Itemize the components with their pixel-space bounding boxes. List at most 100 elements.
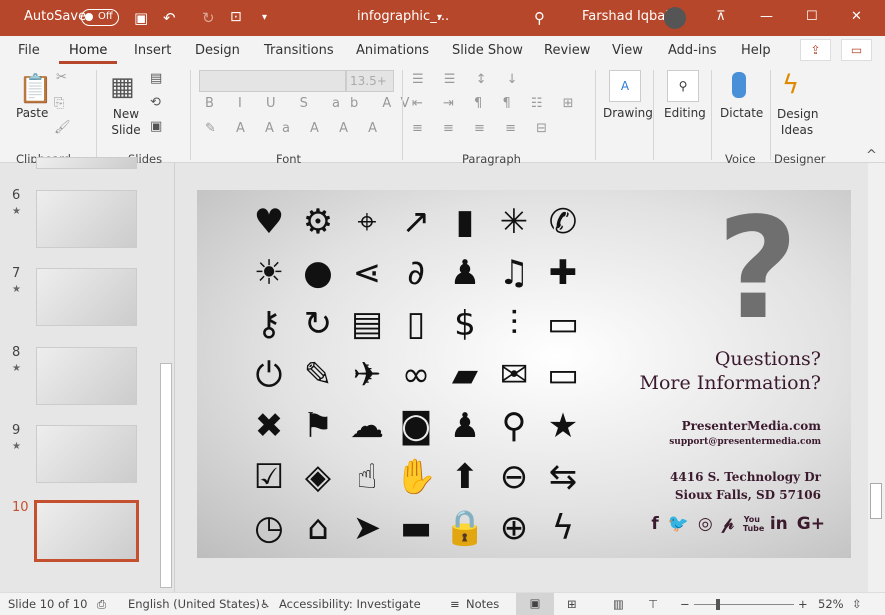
slide-thumbnail-5[interactable]	[36, 157, 137, 169]
avatar[interactable]	[664, 7, 686, 29]
scrollbar-thumb[interactable]	[870, 483, 882, 519]
minimize-icon[interactable]: —	[760, 9, 773, 24]
cut-icon[interactable]: ✂	[56, 70, 67, 85]
animation-star-icon: ★	[12, 363, 21, 374]
align-buttons[interactable]: ≡ ≡ ≡ ≡ ⊟	[412, 121, 555, 136]
reset-icon[interactable]: ⟲	[150, 95, 161, 110]
comments-button[interactable]: ▭	[841, 39, 872, 61]
redo-icon[interactable]: ↻	[202, 9, 215, 27]
close-icon[interactable]: ✕	[851, 9, 862, 24]
tab-help[interactable]: Help	[741, 43, 771, 58]
animation-star-icon: ★	[12, 206, 21, 217]
spellcheck-icon[interactable]: ⎙	[97, 597, 106, 612]
google-plus-icon[interactable]: G+	[797, 514, 825, 534]
zoom-out-button[interactable]: −	[680, 597, 690, 611]
tab-review[interactable]: Review	[544, 43, 590, 58]
power-icon: ⏻	[255, 355, 283, 395]
zoom-slider-thumb[interactable]	[716, 599, 720, 610]
format-painter-icon[interactable]: 🖌	[54, 120, 71, 135]
address-line-1: 4416 S. Technology Dr	[670, 470, 821, 484]
arrow-up-icon: ⬆	[450, 457, 480, 497]
facebook-icon[interactable]: f	[651, 514, 658, 534]
collapse-ribbon-icon[interactable]: ^	[866, 148, 877, 163]
twitter-icon[interactable]: 🐦	[668, 514, 689, 534]
youtube-icon[interactable]: You Tube	[743, 515, 764, 533]
slide-thumbnail-10[interactable]	[34, 500, 139, 562]
chevron-down-icon[interactable]: ▾	[437, 12, 442, 23]
layers-icon: ◈	[304, 457, 332, 497]
font-format-buttons[interactable]: B I U S ab AV	[205, 96, 419, 111]
zoom-in-button[interactable]: +	[798, 597, 808, 611]
fit-slide-icon[interactable]: ⇳	[852, 597, 862, 611]
tab-slide-show[interactable]: Slide Show	[452, 43, 523, 58]
tab-insert[interactable]: Insert	[134, 43, 171, 58]
slide-thumbnail-7[interactable]	[36, 268, 137, 326]
font-color-buttons[interactable]: ✎ A Aa A A A	[205, 121, 385, 136]
slide-thumbnail-9[interactable]	[36, 425, 137, 483]
paste-icon[interactable]: 📋	[18, 72, 53, 105]
font-size-input[interactable]: 13.5+	[346, 70, 394, 92]
autosave-toggle[interactable]: Off	[81, 9, 119, 26]
maximize-icon[interactable]: ☐	[806, 9, 818, 24]
slideshow-button[interactable]: ⊤	[648, 597, 658, 611]
notes-icon[interactable]: ≡	[450, 597, 460, 611]
indent-buttons[interactable]: ⇤ ⇥ ¶ ¶ ☷ ⊞	[412, 96, 582, 111]
section-icon[interactable]: ▣	[150, 119, 162, 134]
present-icon[interactable]: ⊡	[230, 9, 242, 25]
lightning-icon: ϟ	[551, 508, 575, 548]
new-slide-icon[interactable]: ▦	[110, 72, 135, 102]
slide-thumbnail-6[interactable]	[36, 190, 137, 248]
share-button[interactable]: ⇪	[800, 39, 831, 61]
tab-add-ins[interactable]: Add-ins	[668, 43, 716, 58]
design-ideas-icon[interactable]: ϟ	[782, 70, 799, 100]
drawing-icon[interactable]: A	[609, 70, 641, 102]
dictate-button[interactable]: Dictate	[720, 106, 763, 120]
notes-button[interactable]: Notes	[466, 597, 499, 611]
tab-design[interactable]: Design	[195, 43, 240, 58]
paste-button[interactable]: Paste	[16, 106, 48, 120]
flag-icon: ⚑	[302, 406, 334, 446]
slide-thumbnail-8[interactable]	[36, 347, 137, 405]
undo-icon[interactable]: ↶	[163, 9, 176, 27]
slide-sorter-button[interactable]: ⊞	[567, 597, 577, 611]
layout-icon[interactable]: ▤	[150, 71, 162, 86]
tab-view[interactable]: View	[612, 43, 643, 58]
microphone-icon[interactable]	[732, 72, 746, 98]
editing-icon[interactable]: ⚲	[667, 70, 699, 102]
slide-number: 8	[12, 345, 21, 360]
font-name-input[interactable]	[199, 70, 346, 92]
reading-view-button[interactable]: ▥	[613, 597, 624, 611]
pinterest-icon[interactable]: 𝓅	[722, 514, 734, 534]
cloud-icon: ☁	[350, 406, 384, 446]
linkedin-icon[interactable]: in	[770, 514, 788, 534]
zoom-slider[interactable]	[694, 604, 794, 605]
group-paragraph: Paragraph	[462, 152, 521, 166]
save-icon[interactable]: ▣	[134, 9, 148, 27]
zoom-level[interactable]: 52%	[818, 597, 844, 611]
tab-file[interactable]: File	[18, 43, 40, 58]
design-ideas-button[interactable]: Design Ideas	[777, 106, 818, 138]
ribbon-display-icon[interactable]: ⊼	[716, 9, 726, 24]
tab-animations[interactable]: Animations	[356, 43, 429, 58]
language-button[interactable]: English (United States)	[128, 597, 260, 611]
vertical-scrollbar[interactable]	[868, 163, 885, 592]
user-name[interactable]: Farshad Iqbal	[582, 9, 669, 24]
editing-button[interactable]: Editing	[664, 106, 706, 120]
thumbnail-scrollbar[interactable]	[160, 363, 172, 588]
search-icon[interactable]: ⚲	[534, 9, 545, 27]
new-slide-button[interactable]: New Slide	[106, 106, 146, 138]
copy-icon[interactable]: ⎘	[54, 96, 64, 111]
accessibility-button[interactable]: Accessibility: Investigate	[279, 597, 421, 611]
more-info-heading: More Information?	[639, 372, 821, 394]
normal-view-button[interactable]: ▣	[516, 593, 554, 615]
paper-plane-icon: ➤	[352, 508, 382, 548]
tab-transitions[interactable]: Transitions	[264, 43, 334, 58]
drawing-button[interactable]: Drawing	[603, 106, 653, 120]
file-name[interactable]: infographic_...	[357, 9, 449, 24]
instagram-icon[interactable]: ◎	[698, 514, 713, 534]
accessibility-icon[interactable]: ♿	[260, 597, 270, 611]
customize-icon[interactable]: ▾	[262, 12, 267, 23]
chain-link-icon: ∞	[401, 355, 431, 395]
tab-home[interactable]: Home	[58, 43, 118, 64]
list-buttons[interactable]: ☰ ☰ ↕ ↓	[412, 72, 526, 87]
